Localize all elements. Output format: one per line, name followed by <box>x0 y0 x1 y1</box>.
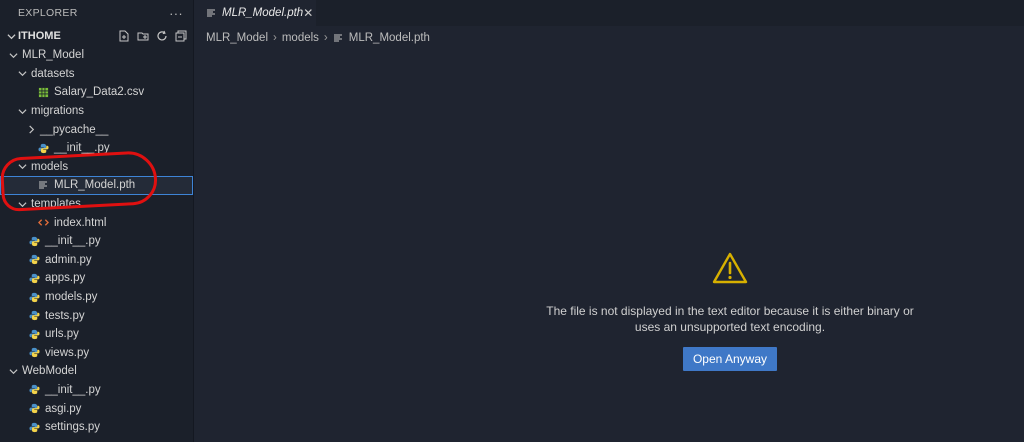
file-lines-icon <box>333 33 343 43</box>
workspace-label: ITHOME <box>18 30 61 42</box>
tree-item-label: urls.py <box>45 328 79 341</box>
python-icon <box>28 347 40 358</box>
chevron-down-icon <box>4 32 18 41</box>
python-icon <box>28 403 40 414</box>
tree-item[interactable]: urls.py <box>0 325 193 344</box>
html-code-icon <box>37 217 49 228</box>
tree-item[interactable]: apps.py <box>0 269 193 288</box>
chevron-right-icon: › <box>323 32 328 44</box>
tree-item[interactable]: WebModel <box>0 362 193 381</box>
binary-file-notice: The file is not displayed in the text ed… <box>480 252 980 371</box>
chevron-down-icon <box>16 162 28 171</box>
tree-item-label: MLR_Model <box>22 49 84 62</box>
breadcrumb-item[interactable]: models <box>282 32 319 44</box>
notice-line-2: uses an unsupported text encoding. <box>634 320 826 334</box>
python-icon <box>28 273 40 284</box>
tree-item[interactable]: datasets <box>0 65 193 84</box>
notice-line-1: The file is not displayed in the text ed… <box>546 304 914 318</box>
explorer-header: EXPLORER ··· <box>0 0 193 26</box>
csv-table-icon <box>37 87 49 98</box>
more-actions-icon[interactable]: ··· <box>169 6 183 21</box>
notice-message: The file is not displayed in the text ed… <box>480 303 980 335</box>
tree-item-label: datasets <box>31 67 75 80</box>
chevron-down-icon <box>7 51 19 60</box>
tree-item-label: views.py <box>45 346 90 359</box>
file-tree: MLR_Model datasets Salary_Data2.csvmigrati… <box>0 46 193 436</box>
tree-item-label: __init__.py <box>45 235 101 248</box>
tree-item[interactable]: __init__.py <box>0 232 193 251</box>
tree-item[interactable]: __init__.py <box>0 381 193 400</box>
tree-item[interactable]: __init__.py <box>0 139 193 158</box>
file-lines-icon <box>206 8 216 18</box>
tree-item-label: __pycache__ <box>40 123 109 136</box>
tree-item[interactable]: index.html <box>0 213 193 232</box>
explorer-sidebar: EXPLORER ··· ITHOME MLR_Model datasets Sal… <box>0 0 194 442</box>
tree-item[interactable]: asgi.py <box>0 399 193 418</box>
python-icon <box>28 384 40 395</box>
tab-bar: MLR_Model.pth ✕ <box>194 0 1024 26</box>
tree-item[interactable]: __pycache__ <box>0 120 193 139</box>
tree-item[interactable]: settings.py <box>0 418 193 437</box>
open-anyway-button[interactable]: Open Anyway <box>682 347 778 371</box>
python-icon <box>28 329 40 340</box>
explorer-title: EXPLORER <box>18 7 78 19</box>
tree-item-label: models.py <box>45 291 98 304</box>
chevron-down-icon <box>16 107 28 116</box>
chevron-right-icon: › <box>273 32 277 44</box>
tree-item-label: tests.py <box>45 309 85 322</box>
tree-item[interactable]: Salary_Data2.csv <box>0 83 193 102</box>
python-icon <box>28 254 40 265</box>
tree-item-label: templates <box>31 198 81 211</box>
tree-item-label: asgi.py <box>45 402 82 415</box>
tree-item[interactable]: migrations <box>0 102 193 121</box>
chevron-right-icon <box>25 125 37 134</box>
tree-item[interactable]: tests.py <box>0 306 193 325</box>
python-icon <box>28 422 40 433</box>
python-icon <box>37 143 49 154</box>
tree-item-label: __init__.py <box>54 142 110 155</box>
new-folder-icon[interactable] <box>136 30 149 43</box>
breadcrumb: MLR_Model › models › MLR_Model.pth <box>206 28 430 48</box>
tree-item[interactable]: models.py <box>0 288 193 307</box>
tree-item-label: Salary_Data2.csv <box>54 86 145 99</box>
tree-item-label: models <box>31 160 69 173</box>
tree-item[interactable]: MLR_Model.pth <box>0 176 193 195</box>
python-icon <box>28 292 40 303</box>
chevron-down-icon <box>7 367 19 376</box>
breadcrumb-item[interactable]: MLR_Model.pth <box>349 32 430 44</box>
tree-item[interactable]: templates <box>0 195 193 214</box>
tree-item[interactable]: MLR_Model <box>0 46 193 65</box>
tree-item[interactable]: models <box>0 158 193 177</box>
python-icon <box>28 236 40 247</box>
workspace-actions <box>117 30 193 43</box>
tree-item-label: index.html <box>54 216 107 229</box>
new-file-icon[interactable] <box>117 30 130 43</box>
tree-item-label: admin.py <box>45 253 92 266</box>
file-lines-icon <box>37 180 49 190</box>
breadcrumb-item[interactable]: MLR_Model <box>206 32 268 44</box>
tree-item-label: WebModel <box>22 365 77 378</box>
warning-icon <box>480 252 980 289</box>
tree-item[interactable]: views.py <box>0 344 193 363</box>
tab-mlr-model-pth[interactable]: MLR_Model.pth ✕ <box>194 0 316 26</box>
tree-item-label: migrations <box>31 105 85 118</box>
tree-item-label: __init__.py <box>45 383 101 396</box>
tree-item-label: apps.py <box>45 272 86 285</box>
tree-item-label: settings.py <box>45 421 100 434</box>
collapse-all-icon[interactable] <box>174 30 187 43</box>
tree-item-label: MLR_Model.pth <box>54 179 136 192</box>
chevron-down-icon <box>16 69 28 78</box>
python-icon <box>28 310 40 321</box>
workspace-root[interactable]: ITHOME <box>0 26 193 46</box>
chevron-down-icon <box>16 200 28 209</box>
close-icon[interactable]: ✕ <box>303 6 313 20</box>
tree-item[interactable]: admin.py <box>0 251 193 270</box>
refresh-icon[interactable] <box>155 30 168 43</box>
tab-label: MLR_Model.pth <box>222 7 304 19</box>
